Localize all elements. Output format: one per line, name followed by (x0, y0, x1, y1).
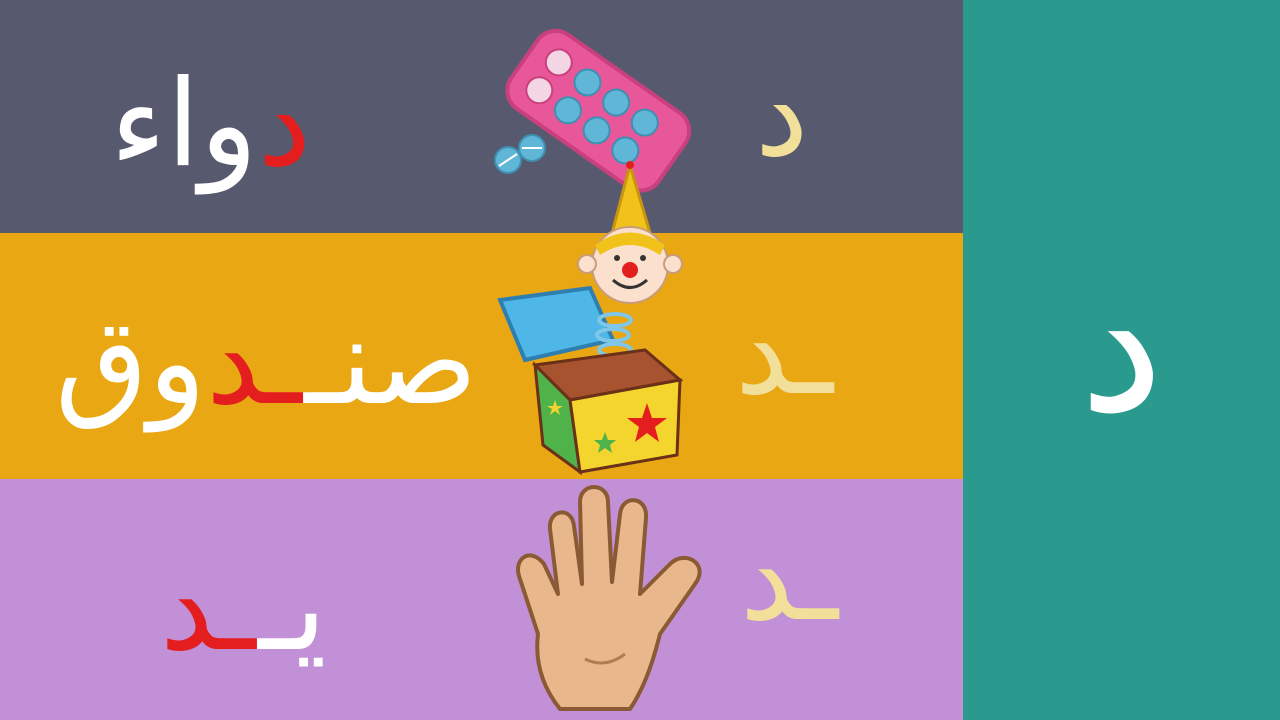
hand-icon (516, 485, 702, 711)
letter-form-final: ـد (740, 509, 839, 648)
word-part-highlight: د (257, 55, 312, 194)
row-box: ـد صنــدوق (0, 233, 963, 479)
featured-letter-panel: د (963, 0, 1280, 720)
word-box: صنــدوق (55, 303, 477, 423)
row-hand: ـد يــد (0, 479, 963, 720)
word-part-highlight: ـد (206, 293, 305, 432)
word-part-rest: وق (55, 293, 207, 432)
word-medicine: دواء (110, 65, 311, 185)
word-part-rest: صنـ (304, 293, 478, 432)
letter-form-final: ـد (735, 283, 834, 422)
word-part-rest: يـ (258, 539, 327, 678)
word-hand: يــد (160, 549, 327, 669)
word-part-rest: واء (110, 55, 258, 194)
jack-in-the-box-icon (497, 159, 684, 476)
featured-letter: د (1079, 234, 1164, 455)
word-part-highlight: ـد (160, 539, 259, 678)
letter-form-isolated: د (755, 45, 809, 184)
row-medicine: د دواء (0, 0, 963, 233)
